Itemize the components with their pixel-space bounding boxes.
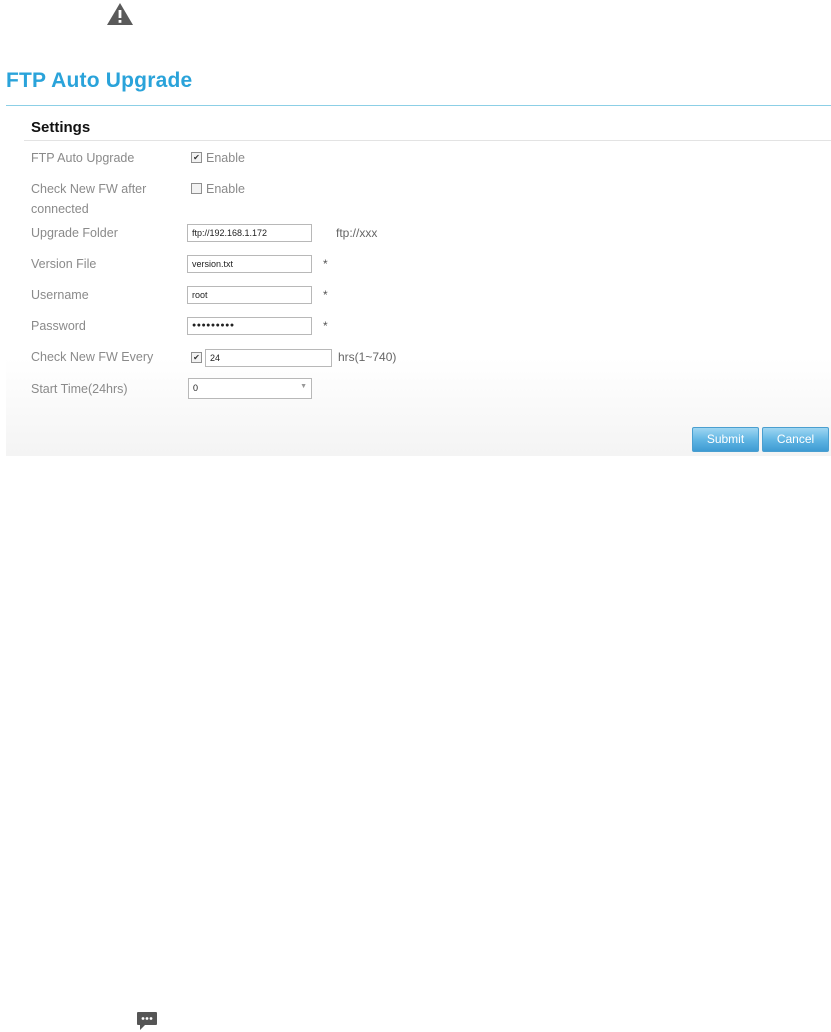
start-time-label: Start Time(24hrs) xyxy=(31,382,128,396)
password-label: Password xyxy=(31,319,86,333)
warning-icon[interactable] xyxy=(106,2,134,26)
start-time-select[interactable]: 0 ▼ xyxy=(188,378,312,399)
upgrade-folder-input[interactable]: ftp://192.168.1.172 xyxy=(187,224,312,242)
ftp-auto-upgrade-label: FTP Auto Upgrade xyxy=(31,151,135,165)
check-every-label: Check New FW Every xyxy=(31,350,154,364)
start-time-selected-value: 0 xyxy=(193,383,199,393)
version-file-label: Version File xyxy=(31,257,97,271)
chat-icon[interactable] xyxy=(136,1011,158,1031)
submit-button[interactable]: Submit xyxy=(692,427,759,452)
password-required-mark: * xyxy=(323,319,328,333)
username-label: Username xyxy=(31,288,89,302)
check-every-checkbox[interactable] xyxy=(191,352,202,363)
check-fw-after-connected-checkbox[interactable] xyxy=(191,183,202,194)
cancel-button[interactable]: Cancel xyxy=(762,427,829,452)
chevron-down-icon: ▼ xyxy=(300,383,307,390)
version-file-required-mark: * xyxy=(323,257,328,271)
check-fw-after-connected-label: Check New FW after connected xyxy=(31,179,146,219)
ftp-auto-upgrade-checkbox[interactable] xyxy=(191,152,202,163)
username-input[interactable]: root xyxy=(187,286,312,304)
check-fw-after-connected-label-line1: Check New FW after xyxy=(31,182,147,196)
check-fw-after-connected-enable-label: Enable xyxy=(206,182,245,196)
check-every-hours-input[interactable]: 24 xyxy=(205,349,332,367)
check-every-unit: hrs(1~740) xyxy=(338,350,397,364)
title-divider xyxy=(6,105,831,106)
section-heading: Settings xyxy=(31,119,91,136)
section-divider xyxy=(24,140,831,141)
ftp-auto-upgrade-enable-label: Enable xyxy=(206,151,245,165)
upgrade-folder-hint: ftp://xxx xyxy=(336,226,378,240)
page-title: FTP Auto Upgrade xyxy=(6,69,193,92)
check-fw-after-connected-label-line2: connected xyxy=(31,202,89,216)
password-input[interactable]: ●●●●●●●●● xyxy=(187,317,312,335)
username-required-mark: * xyxy=(323,288,328,302)
upgrade-folder-label: Upgrade Folder xyxy=(31,226,118,240)
version-file-input[interactable]: version.txt xyxy=(187,255,312,273)
